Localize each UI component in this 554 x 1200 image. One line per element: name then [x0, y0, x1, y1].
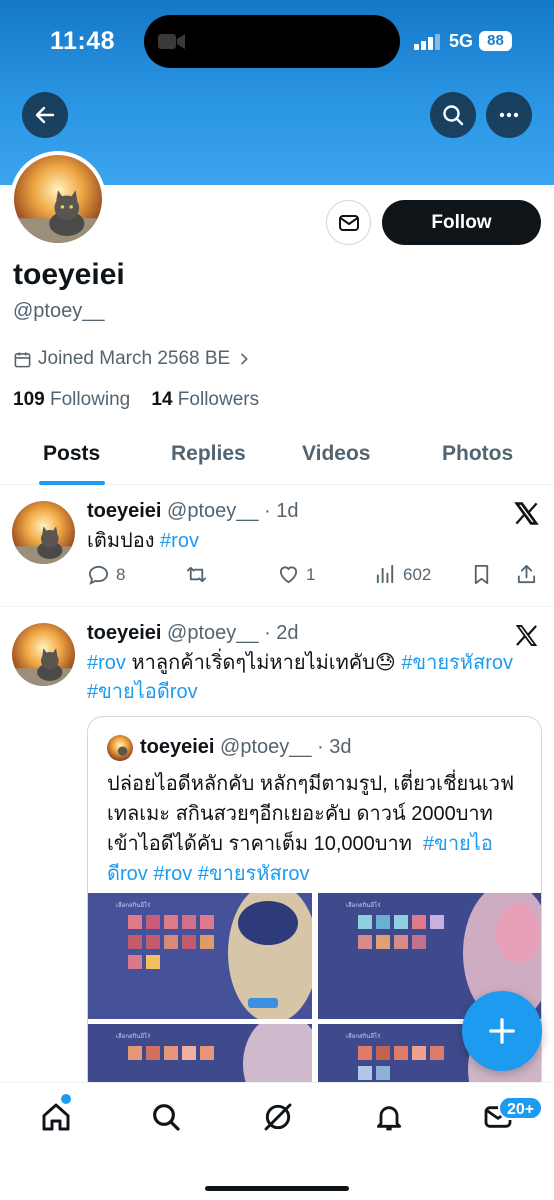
grok-icon — [264, 1103, 292, 1131]
quoted-text: ปล่อยไอดีหลักคับ หลักๆมีตามรูป, เตี่ยวเช… — [107, 773, 515, 885]
svg-text:เลือกสกินฮีโร่: เลือกสกินฮีโร่ — [346, 901, 381, 909]
hashtag[interactable]: #ขายไอดีrov — [87, 681, 198, 703]
arrow-left-icon — [35, 106, 55, 124]
bell-icon — [376, 1106, 402, 1131]
home-notification-dot — [61, 1094, 71, 1104]
post-author-handle: @ptoey__ — [167, 500, 259, 522]
status-time: 11:48 — [50, 27, 116, 55]
post-header: toeyeiei @ptoey__ · 1d — [87, 500, 299, 523]
calendar-icon — [14, 351, 31, 367]
post-text: #rov หาลูกค้าเริ่ดๆไม่หายไม่เทคับ😓 #ขายร… — [87, 652, 513, 703]
nav-search[interactable] — [150, 1101, 186, 1137]
profile-handle: @ptoey__ — [13, 300, 105, 322]
profile-avatar[interactable] — [10, 151, 106, 247]
signal-icon — [414, 34, 440, 50]
tab-indicator — [39, 481, 105, 485]
battery-indicator: 88 — [479, 31, 512, 51]
search-icon — [443, 105, 464, 126]
quoted-author-name: toeyeiei — [140, 736, 215, 758]
post-author-name[interactable]: toeyeiei — [87, 622, 161, 644]
repost-icon — [186, 566, 207, 583]
back-button[interactable] — [22, 92, 68, 138]
message-button[interactable] — [326, 200, 371, 245]
quoted-time: · 3d — [317, 736, 352, 758]
following-link[interactable]: 109 Following — [13, 389, 130, 410]
home-indicator — [205, 1186, 349, 1191]
post-avatar[interactable] — [12, 501, 75, 564]
bookmark-button[interactable] — [470, 563, 493, 586]
post-header: toeyeiei @ptoey__ · 2d — [87, 622, 299, 645]
home-icon — [42, 1103, 70, 1131]
svg-text:เลือกสกินฮีโร่: เลือกสกินฮีโร่ — [116, 1032, 151, 1040]
dynamic-island — [144, 15, 400, 68]
bottom-navigation: 20+ — [0, 1082, 554, 1200]
tab-posts[interactable]: Posts — [43, 442, 100, 466]
hashtag[interactable]: #rov — [87, 652, 126, 674]
more-button[interactable] — [486, 92, 532, 138]
avatar-image — [12, 623, 75, 686]
plus-icon — [489, 1018, 515, 1044]
post-time: · 1d — [264, 500, 299, 522]
post-time: · 2d — [264, 622, 299, 644]
media-image[interactable]: เลือกสกินฮีโร่ — [88, 893, 312, 1019]
follow-stats: 109 Following 14 Followers — [13, 389, 259, 411]
hashtag[interactable]: #ขายรหัสrov — [198, 863, 310, 885]
x-logo-icon — [514, 502, 539, 525]
reply-button[interactable]: 8 — [87, 563, 125, 586]
search-icon — [153, 1104, 180, 1131]
bookmark-icon — [474, 564, 489, 585]
followers-link[interactable]: 14 Followers — [151, 389, 259, 410]
joined-date[interactable]: Joined March 2568 BE — [13, 348, 252, 370]
quoted-header: toeyeiei @ptoey__ · 3d — [140, 736, 352, 759]
more-icon — [499, 112, 519, 118]
hashtag[interactable]: #rov — [153, 863, 192, 885]
profile-tabs: Posts Replies Videos Photos — [0, 430, 554, 485]
network-type: 5G — [449, 31, 474, 51]
svg-text:เลือกสกินฮีโร่: เลือกสกินฮีโร่ — [346, 1032, 381, 1040]
share-icon — [517, 564, 536, 584]
tab-replies[interactable]: Replies — [171, 442, 246, 466]
nav-grok[interactable] — [262, 1101, 298, 1137]
reply-icon — [88, 565, 109, 585]
envelope-icon — [338, 214, 359, 231]
post-text: เติมปอง #rov — [87, 530, 199, 552]
avatar-image — [14, 155, 102, 243]
tab-videos[interactable]: Videos — [302, 442, 370, 466]
views-chart-icon — [376, 564, 394, 584]
like-button[interactable]: 1 — [277, 563, 315, 586]
post-actions: 8 1 602 — [87, 563, 542, 589]
profile-name: toeyeiei — [13, 258, 125, 291]
nav-notifications[interactable] — [373, 1101, 409, 1137]
joined-text: Joined March 2568 BE — [38, 348, 231, 369]
hashtag[interactable]: #ขายรหัสrov — [401, 652, 513, 674]
post-item[interactable]: toeyeiei @ptoey__ · 1d เติมปอง #rov 8 1 … — [0, 486, 554, 607]
views-button[interactable]: 602 — [374, 563, 431, 586]
chevron-right-icon — [241, 353, 249, 365]
share-button[interactable] — [515, 563, 538, 586]
heart-icon — [279, 566, 298, 584]
avatar-image — [12, 501, 75, 564]
search-button[interactable] — [430, 92, 476, 138]
tab-photos[interactable]: Photos — [442, 442, 513, 466]
compose-button[interactable] — [462, 991, 542, 1071]
hashtag[interactable]: #ขายไอ — [423, 833, 493, 855]
sweat-emoji: 😓 — [374, 652, 396, 674]
post-author-name[interactable]: toeyeiei — [87, 500, 161, 522]
hashtag[interactable]: ดีrov — [107, 863, 148, 885]
post-avatar[interactable] — [12, 623, 75, 686]
post-author-handle: @ptoey__ — [167, 622, 259, 644]
messages-badge: 20+ — [498, 1096, 544, 1120]
nav-home[interactable] — [40, 1101, 76, 1137]
hashtag[interactable]: #rov — [160, 530, 199, 552]
svg-text:เลือกสกินฮีโร่: เลือกสกินฮีโร่ — [116, 901, 151, 909]
quoted-avatar — [107, 735, 133, 761]
x-logo-icon — [515, 625, 538, 646]
quoted-author-handle: @ptoey__ — [220, 736, 312, 758]
follow-button[interactable]: Follow — [382, 200, 541, 245]
repost-button[interactable] — [185, 563, 208, 586]
video-camera-icon — [158, 34, 185, 49]
